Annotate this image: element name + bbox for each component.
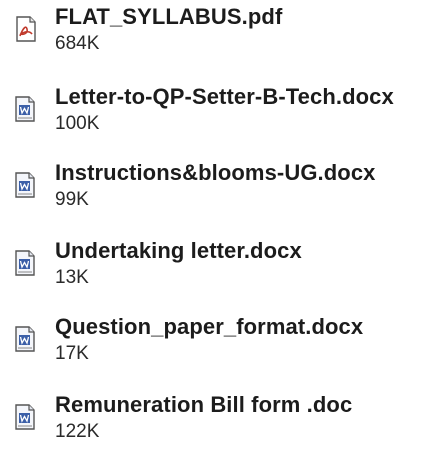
word-document-icon[interactable] [14, 250, 38, 276]
file-size: 684K [55, 33, 100, 54]
pdf-file-icon[interactable] [14, 16, 38, 42]
file-name-link[interactable]: Question_paper_format.docx [55, 312, 363, 342]
file-name-link[interactable]: Instructions&blooms-UG.docx [55, 158, 376, 188]
word-document-icon[interactable] [14, 326, 38, 352]
list-item[interactable]: Undertaking letter.docx 13K [0, 236, 442, 302]
list-item[interactable]: Instructions&blooms-UG.docx 99K [0, 158, 442, 224]
attachment-list: FLAT_SYLLABUS.pdf 684K Letter-to-QP-Sett… [0, 0, 442, 451]
list-item[interactable]: Question_paper_format.docx 17K [0, 312, 442, 378]
list-item[interactable]: Letter-to-QP-Setter-B-Tech.docx 100K [0, 82, 442, 148]
word-document-icon[interactable] [14, 96, 38, 122]
file-size: 100K [55, 113, 100, 134]
word-document-icon[interactable] [14, 404, 38, 430]
list-item[interactable]: FLAT_SYLLABUS.pdf 684K [0, 2, 442, 68]
file-size: 17K [55, 343, 89, 364]
list-item[interactable]: Remuneration Bill form .doc 122K [0, 390, 442, 456]
file-size: 13K [55, 267, 89, 288]
word-document-icon[interactable] [14, 172, 38, 198]
file-size: 122K [55, 421, 100, 442]
file-name-link[interactable]: Undertaking letter.docx [55, 236, 302, 266]
file-name-link[interactable]: Letter-to-QP-Setter-B-Tech.docx [55, 82, 394, 112]
file-size: 99K [55, 189, 89, 210]
file-name-link[interactable]: Remuneration Bill form .doc [55, 390, 352, 420]
file-name-link[interactable]: FLAT_SYLLABUS.pdf [55, 2, 282, 32]
